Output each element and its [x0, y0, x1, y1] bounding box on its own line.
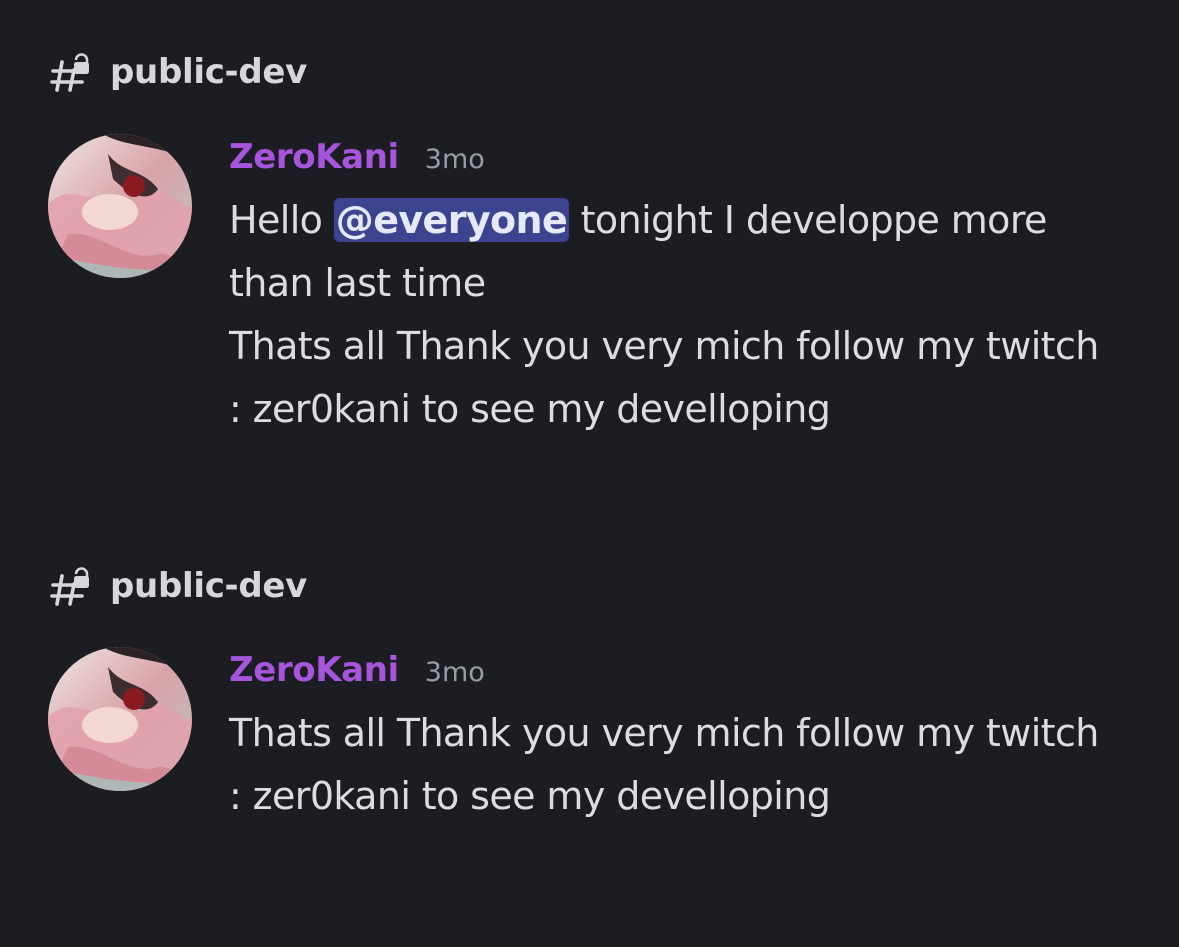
message-content: Thats all Thank you very mich follow my … — [229, 702, 1109, 828]
message-header: ZeroKani 3mo — [229, 650, 485, 700]
author-name[interactable]: ZeroKani — [229, 650, 399, 690]
message-text: Thats all Thank you very mich follow my … — [229, 711, 1099, 818]
channel-name: public-dev — [110, 52, 308, 92]
avatar-image — [48, 134, 192, 278]
avatar-image — [48, 647, 192, 791]
message-text: Thats all Thank you very mich follow my … — [229, 324, 1099, 431]
everyone-mention[interactable]: @everyone — [333, 198, 570, 242]
user-avatar[interactable] — [48, 647, 192, 791]
message-timestamp: 3mo — [424, 657, 485, 688]
locked-channel-hash-icon — [50, 567, 89, 606]
message-timestamp: 3mo — [424, 144, 485, 175]
message-text: Hello — [229, 198, 334, 242]
channel-link[interactable]: public-dev — [50, 561, 307, 611]
author-name[interactable]: ZeroKani — [229, 137, 399, 177]
message-content: Hello @everyone tonight I developpe more… — [229, 189, 1109, 441]
locked-channel-hash-icon — [50, 53, 89, 92]
user-avatar[interactable] — [48, 134, 192, 278]
message-header: ZeroKani 3mo — [229, 137, 485, 187]
channel-link[interactable]: public-dev — [50, 47, 307, 97]
channel-name: public-dev — [110, 566, 308, 606]
